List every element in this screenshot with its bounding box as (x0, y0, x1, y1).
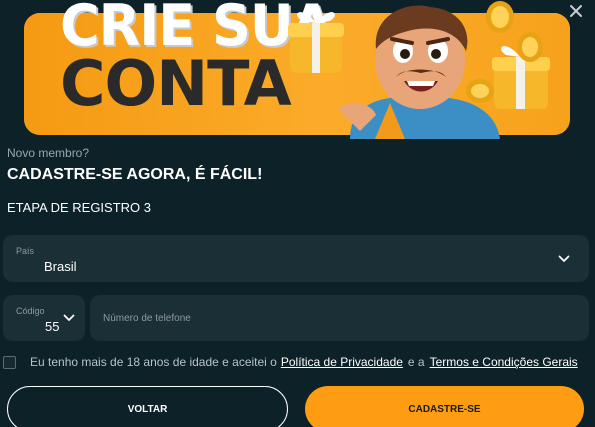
phone-field[interactable] (90, 295, 589, 341)
privacy-policy-link[interactable]: Política de Privacidade (281, 355, 403, 369)
country-value: Brasil (44, 259, 77, 274)
registration-step: ETAPA DE REGISTRO 3 (7, 200, 151, 215)
country-label: País (16, 246, 35, 256)
phone-input[interactable] (90, 295, 589, 341)
chevron-down-icon (63, 314, 75, 321)
gift-box-icon (288, 12, 344, 73)
terms-conditions-link[interactable]: Termos e Condições Gerais (430, 355, 578, 369)
coin-icon (517, 32, 543, 62)
country-select[interactable]: País Brasil (3, 235, 589, 282)
terms-row: Eu tenho mais de 18 anos de idade e acei… (3, 354, 578, 370)
coin-icon (486, 1, 514, 33)
age-terms-checkbox[interactable] (3, 355, 16, 369)
coin-icon (466, 79, 494, 103)
chevron-down-icon (558, 255, 570, 262)
back-button[interactable]: VOLTAR (7, 386, 288, 427)
promo-banner: CRIE SUA CONTA (24, 0, 570, 139)
banner-mascot-illustration (288, 1, 550, 139)
register-button[interactable]: CADASTRE-SE (305, 386, 584, 427)
terms-connector: e a (407, 355, 425, 369)
terms-text: Eu tenho mais de 18 anos de idade e acei… (30, 355, 277, 369)
code-label: Código (16, 306, 45, 316)
mascot-character (338, 5, 500, 139)
new-member-label: Novo membro? (7, 146, 90, 160)
code-value: 55 (45, 319, 60, 334)
country-code-select[interactable]: Código 55 (3, 295, 85, 341)
page-headline: CADASTRE-SE AGORA, É FÁCIL! (7, 166, 263, 183)
